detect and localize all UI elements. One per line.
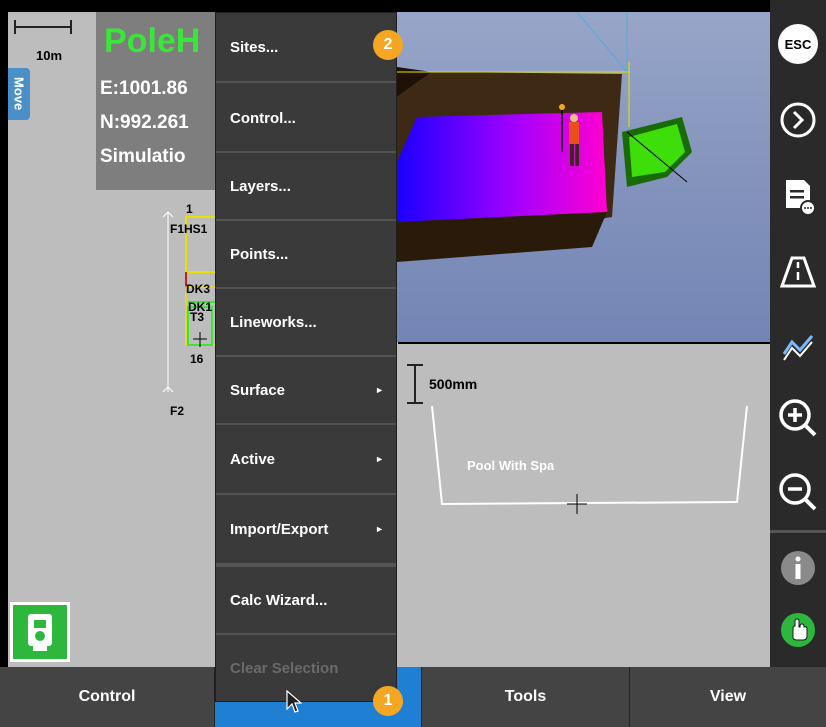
menu-item-label: Lineworks... [230, 313, 317, 331]
plan-label: 1 [186, 202, 193, 216]
plan-label: F2 [170, 404, 185, 418]
menu-item-label: Import/Export [230, 520, 329, 538]
bottom-tab-bar: Control Data Tools View [0, 667, 826, 727]
notes-icon [786, 180, 816, 216]
menu-item-label: Points... [230, 245, 289, 263]
3d-pool-model [397, 12, 692, 262]
hand-icon [781, 613, 815, 647]
tab-view-label: View [709, 688, 747, 705]
menu-item-label: Surface [230, 381, 286, 399]
data-menu: Sites... Control... Layers... Points... … [215, 12, 397, 702]
toolbar-divider [770, 530, 826, 533]
menu-item-label: Sites... [230, 38, 279, 56]
zoom-in-icon [779, 399, 817, 437]
tab-tools-label: Tools [504, 688, 547, 705]
menu-item-import-export[interactable]: Import/Export ► [216, 495, 396, 567]
total-station-icon [28, 614, 52, 651]
step-badge-2: 2 [373, 30, 403, 60]
submenu-arrow-icon: ► [375, 454, 384, 464]
app-window: 10m Move PoleH E:1001.86 N:992.261 Simul… [0, 0, 826, 727]
road-icon [779, 256, 817, 288]
esc-label: ESC [784, 36, 812, 52]
menu-item-active[interactable]: Active ► [216, 425, 396, 495]
pool-section-profile [431, 405, 748, 514]
info-icon [781, 551, 815, 585]
menu-item-calc-wizard[interactable]: Calc Wizard... [216, 567, 396, 635]
zoom-in-button[interactable] [774, 394, 822, 442]
right-toolbar: ESC [770, 0, 826, 667]
menu-item-label: Calc Wizard... [230, 591, 328, 609]
northing-readout: N:992.261 [100, 112, 189, 133]
plan-label: F1HS1 [170, 222, 208, 236]
step-badge-1: 1 [373, 686, 403, 716]
zoom-out-button[interactable] [774, 468, 822, 516]
mouse-cursor-icon [286, 690, 302, 713]
menu-item-label: Active [230, 450, 276, 468]
tab-tools[interactable]: Tools [422, 667, 630, 727]
menu-item-surface[interactable]: Surface ► [216, 357, 396, 425]
mode-readout: Simulatio [100, 146, 186, 167]
menu-item-sites[interactable]: Sites... [216, 13, 396, 83]
menu-item-lineworks[interactable]: Lineworks... [216, 289, 396, 357]
project-title: PoleH [104, 22, 201, 60]
tab-view[interactable]: View [630, 667, 826, 727]
submenu-arrow-icon: ► [375, 524, 384, 534]
plan-scale-label: 10m [36, 48, 63, 63]
notes-button[interactable] [774, 172, 822, 220]
position-info-box: PoleH E:1001.86 N:992.261 Simulatio [96, 12, 226, 190]
plan-label: T3 [190, 310, 205, 324]
section-surface-label: Pool With Spa [467, 458, 555, 473]
3d-view[interactable] [397, 12, 770, 342]
menu-item-control[interactable]: Control... [216, 85, 396, 153]
menu-item-label: Layers... [230, 177, 291, 195]
menu-item-label: Clear Selection [230, 659, 339, 677]
menu-item-clear-selection: Clear Selection [216, 635, 396, 701]
zoom-out-icon [779, 473, 817, 511]
hand-button[interactable] [774, 606, 822, 654]
info-button[interactable] [774, 544, 822, 592]
next-icon [780, 102, 816, 138]
tab-control[interactable]: Control [0, 667, 215, 727]
tab-control-label: Control [78, 688, 136, 705]
plan-label: 16 [190, 352, 204, 366]
road-button[interactable] [774, 248, 822, 296]
menu-item-points[interactable]: Points... [216, 221, 396, 289]
profile-icon [782, 335, 814, 361]
menu-item-label: Control... [230, 109, 296, 127]
menu-item-layers[interactable]: Layers... [216, 153, 396, 221]
esc-button[interactable]: ESC [774, 20, 822, 68]
move-tab-label: Move [11, 77, 27, 111]
move-tab[interactable]: Move [8, 68, 30, 120]
section-view[interactable]: 500mm Pool With Spa [397, 344, 770, 667]
easting-readout: E:1001.86 [100, 78, 188, 99]
total-station-button[interactable] [10, 602, 70, 662]
submenu-arrow-icon: ► [375, 385, 384, 395]
plan-label: DK3 [186, 282, 211, 296]
profile-button[interactable] [774, 322, 822, 370]
next-button[interactable] [774, 96, 822, 144]
